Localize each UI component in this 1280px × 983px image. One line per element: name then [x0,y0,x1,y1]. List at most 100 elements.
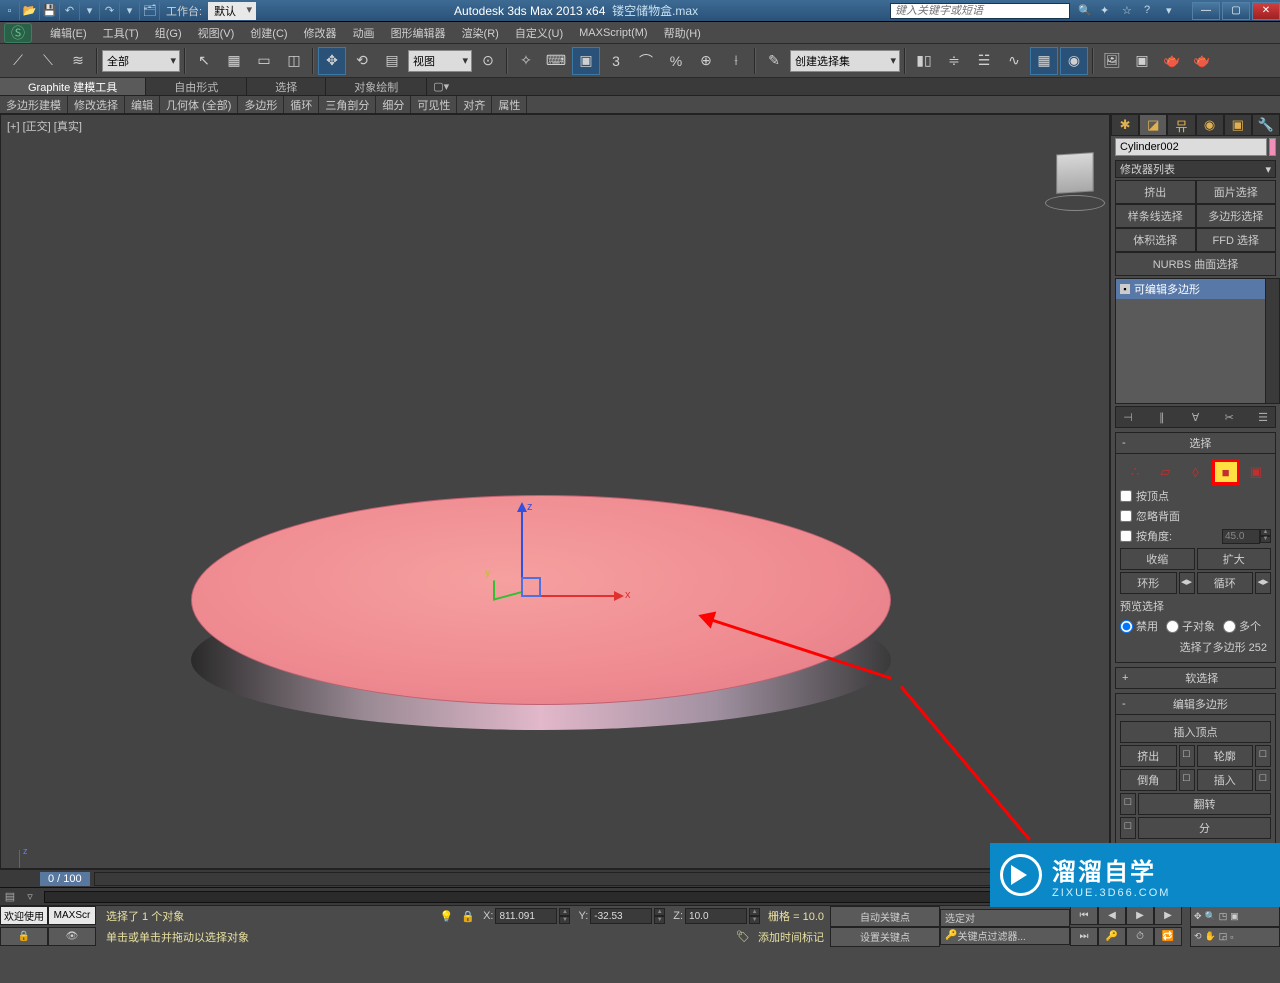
coord-z-input[interactable] [685,908,747,924]
remove-mod-icon[interactable]: ✂ [1219,409,1239,425]
nav-pan-icon[interactable]: ✥ [1194,911,1202,922]
auto-key-button[interactable]: 自动关键点 [830,906,940,927]
menu-help[interactable]: 帮助(H) [656,22,709,44]
expand-icon[interactable]: ▪ [1120,284,1130,294]
scene-object[interactable]: z x y [191,495,891,755]
select-rect-icon[interactable]: ▭ [250,47,278,75]
panel-tab-hierarchy[interactable]: 뮤 [1167,114,1195,136]
layers-icon[interactable]: ☱ [970,47,998,75]
nav-region-icon[interactable]: ▣ [1230,911,1239,922]
goto-start-icon[interactable]: ⏮ [1070,906,1098,925]
panel-tab-modify[interactable]: ◪ [1139,114,1167,136]
pivot-icon[interactable]: ⊙ [474,47,502,75]
by-vertex-check[interactable] [1120,490,1132,502]
redo-drop-icon[interactable]: ▾ [120,2,140,20]
curve-editor-icon[interactable]: ∿ [1000,47,1028,75]
search-input[interactable] [891,4,1069,18]
maxscript-button[interactable]: MAXScr [48,906,96,925]
sub-tri[interactable]: 三角剖分 [319,96,376,113]
unlink-icon[interactable]: ⟍ [34,47,62,75]
key-filters-button[interactable]: 🔑关键点过滤器... [940,927,1070,945]
coord-y-input[interactable] [590,908,652,924]
menu-mod[interactable]: 修改器 [296,22,345,44]
bridge-settings-icon[interactable]: □ [1120,793,1136,815]
mod-splinesel[interactable]: 样条线选择 [1115,204,1196,228]
new-icon[interactable]: ▫ [0,2,20,20]
menu-create[interactable]: 创建(C) [242,22,295,44]
tab-paint[interactable]: 对象绘制 [326,78,427,95]
named-sel-dropdown[interactable]: 创建选择集 [790,50,900,72]
help-search[interactable] [890,3,1070,19]
undo-drop-icon[interactable]: ▾ [80,2,100,20]
key-target-dropdown[interactable]: 选定对 [940,909,1070,927]
sub-edit[interactable]: 编辑 [125,96,160,113]
time-config-icon[interactable]: ⏱ [1126,927,1154,946]
sel-lock-icon[interactable]: 🔒 [461,910,475,923]
subobj-polygon-icon[interactable]: ■ [1215,462,1237,482]
scale-icon[interactable]: ▤ [378,47,406,75]
ring-spinner[interactable]: ◂▸ [1179,572,1195,594]
align-icon[interactable]: ≑ [940,47,968,75]
named-sel-edit-icon[interactable]: ✎ [760,47,788,75]
rollout-softsel-header[interactable]: +软选择 [1115,667,1276,689]
maximize-button[interactable]: ▢ [1222,2,1250,20]
ring-button[interactable]: 环形 [1120,572,1177,594]
selection-filter-dropdown[interactable]: 全部 [102,50,180,72]
spinner-snap-icon[interactable]: ⊕ [692,47,720,75]
comm-center-icon[interactable]: ✦ [1100,4,1116,17]
configure-icon[interactable]: ☰ [1253,409,1273,425]
bevel-settings-icon[interactable]: □ [1179,769,1195,791]
tab-graphite[interactable]: Graphite 建模工具 [0,78,146,95]
rotate-icon[interactable]: ⟲ [348,47,376,75]
panel-tab-utilities[interactable]: 🔧 [1252,114,1280,136]
bind-space-warp-icon[interactable]: ≋ [64,47,92,75]
nav-min-icon[interactable]: ▫ [1230,932,1233,942]
preview-off-radio[interactable] [1120,620,1133,633]
mirror-icon[interactable]: ▮▯ [910,47,938,75]
panel-tab-create[interactable]: ✱ [1111,114,1139,136]
favorite-icon[interactable]: ☆ [1122,4,1138,17]
hinge-spinner[interactable]: 分 [1138,817,1271,839]
lock-sel-icon[interactable]: 💡 [440,910,454,923]
workspace-dropdown[interactable]: 默认 [208,2,256,20]
inset-button[interactable]: 插入 [1197,769,1254,791]
object-color-swatch[interactable] [1269,138,1276,156]
nav-max-icon[interactable]: ◲ [1219,931,1228,942]
nav-walk-icon[interactable]: ✋ [1205,931,1216,942]
edge-constraint-icon[interactable]: ⟊ [722,47,750,75]
goto-end-icon[interactable]: ⏭ [1070,927,1098,946]
grow-button[interactable]: 扩大 [1197,548,1272,570]
angle-spinner[interactable] [1222,529,1260,544]
track-toggle-icon[interactable]: ▤ [0,889,20,905]
schematic-icon[interactable]: ▦ [1030,47,1058,75]
menu-group[interactable]: 组(G) [147,22,190,44]
manipulate-icon[interactable]: ✧ [512,47,540,75]
outline-settings-icon[interactable]: □ [1255,745,1271,767]
select-icon[interactable]: ↖ [190,47,218,75]
help-drop-icon[interactable]: ▾ [1166,4,1182,17]
tab-freeform[interactable]: 自由形式 [146,78,247,95]
project-icon[interactable]: 🗂 [140,2,160,20]
viewport[interactable]: [+] [正交] [真实] z x y zx [0,114,1110,869]
mod-volsel[interactable]: 体积选择 [1115,228,1196,252]
hinge-settings-icon[interactable]: □ [1120,817,1136,839]
render-icon[interactable]: 🫖 [1158,47,1186,75]
mod-nurbssel[interactable]: NURBS 曲面选择 [1115,252,1276,276]
snap-2d-icon[interactable]: ▣ [572,47,600,75]
track-filter-icon[interactable]: ▿ [20,889,40,905]
by-angle-check[interactable] [1120,530,1132,542]
mod-extrude[interactable]: 挤出 [1115,180,1196,204]
ref-coord-dropdown[interactable]: 视图 [408,50,472,72]
inset-settings-icon[interactable]: □ [1255,769,1271,791]
object-name-input[interactable] [1115,138,1267,156]
extrude-button[interactable]: 挤出 [1120,745,1177,767]
select-name-icon[interactable]: ▦ [220,47,248,75]
material-editor-icon[interactable]: ◉ [1060,47,1088,75]
menu-tools[interactable]: 工具(T) [95,22,147,44]
snap-percent-icon[interactable]: % [662,47,690,75]
view-cube[interactable] [1049,153,1101,205]
outline-button[interactable]: 轮廓 [1197,745,1254,767]
rollout-selection-header[interactable]: -选择 [1115,432,1276,454]
window-cross-icon[interactable]: ◫ [280,47,308,75]
subobj-vertex-icon[interactable]: ∴ [1124,462,1146,482]
